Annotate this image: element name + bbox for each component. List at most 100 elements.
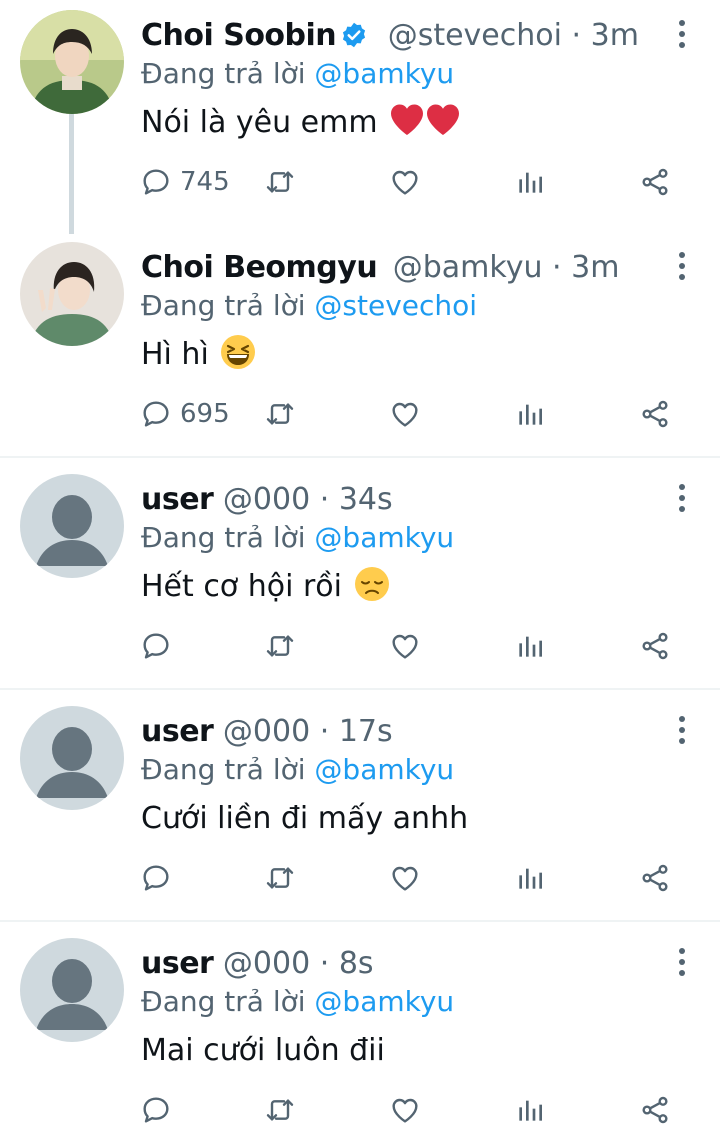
tweet-header: user @000 · 34s — [141, 478, 640, 522]
handle[interactable]: @stevechoi — [388, 18, 562, 53]
reply-icon — [140, 1094, 172, 1126]
timestamp[interactable]: 8s — [339, 946, 374, 981]
like-button[interactable] — [389, 1090, 421, 1130]
reply-count: 745 — [180, 167, 230, 197]
retweet-button[interactable] — [264, 626, 296, 666]
avatar[interactable] — [20, 242, 124, 346]
reply-prefix: Đang trả lời — [141, 753, 306, 786]
display-name[interactable]: user — [141, 714, 214, 749]
more-options-icon[interactable] — [672, 946, 692, 978]
share-icon — [639, 862, 671, 894]
share-button[interactable] — [639, 394, 671, 434]
avatar[interactable] — [20, 10, 124, 114]
tweet-text-content: Hì hì — [141, 337, 209, 372]
mention-link[interactable]: @stevechoi — [314, 289, 477, 322]
action-bar: 745 — [140, 162, 680, 202]
display-name[interactable]: user — [141, 946, 214, 981]
reply-button[interactable] — [140, 626, 172, 666]
tweet-header: user @000 · 8s — [141, 942, 640, 986]
share-button[interactable] — [639, 858, 671, 898]
reply-context: Đang trả lời @stevechoi — [141, 286, 477, 326]
retweet-button[interactable] — [264, 162, 296, 202]
avatar[interactable] — [20, 474, 124, 578]
reply-button[interactable]: 745 — [140, 162, 230, 202]
reply-button[interactable] — [140, 858, 172, 898]
more-options-icon[interactable] — [672, 714, 692, 746]
action-bar — [140, 858, 680, 898]
tweet-text-content: Hết cơ hội rồi — [141, 569, 342, 604]
share-button[interactable] — [639, 162, 671, 202]
like-button[interactable] — [389, 394, 421, 434]
action-bar — [140, 626, 680, 666]
timestamp[interactable]: 34s — [339, 482, 393, 517]
mention-link[interactable]: @bamkyu — [314, 57, 454, 90]
retweet-button[interactable] — [264, 858, 296, 898]
reply-icon — [140, 398, 172, 430]
mention-link[interactable]: @bamkyu — [314, 521, 454, 554]
mention-link[interactable]: @bamkyu — [314, 753, 454, 786]
like-button[interactable] — [389, 858, 421, 898]
red-heart-emoji-icon — [425, 102, 461, 138]
tweet[interactable]: user @000 · 17s Đang trả lời @bamkyu Cướ… — [0, 696, 720, 920]
like-icon — [389, 166, 421, 198]
handle[interactable]: @bamkyu — [393, 250, 543, 285]
views-icon — [514, 862, 546, 894]
share-button[interactable] — [639, 626, 671, 666]
tweet[interactable]: Choi Soobin @stevechoi · 3m Đang trả lời… — [0, 0, 720, 234]
tweet-text: Cưới liền đi mấy anhh — [141, 801, 469, 836]
reply-icon — [140, 630, 172, 662]
handle[interactable]: @000 — [223, 946, 310, 981]
reply-button[interactable] — [140, 1090, 172, 1130]
avatar[interactable] — [20, 938, 124, 1042]
separator: · — [319, 714, 330, 749]
like-button[interactable] — [389, 626, 421, 666]
display-name[interactable]: user — [141, 482, 214, 517]
views-button[interactable] — [514, 858, 546, 898]
tweet-header: Choi Soobin @stevechoi · 3m — [141, 14, 640, 58]
timestamp[interactable]: 3m — [591, 18, 639, 53]
display-name[interactable]: Choi Beomgyu — [141, 250, 378, 285]
views-button[interactable] — [514, 394, 546, 434]
like-icon — [389, 630, 421, 662]
share-icon — [639, 166, 671, 198]
share-button[interactable] — [639, 1090, 671, 1130]
views-button[interactable] — [514, 162, 546, 202]
handle[interactable]: @000 — [223, 482, 310, 517]
reply-icon — [140, 166, 172, 198]
reply-count: 695 — [180, 399, 230, 429]
divider — [0, 456, 720, 458]
tweet[interactable]: user @000 · 8s Đang trả lời @bamkyu Mai … — [0, 928, 720, 1138]
more-options-icon[interactable] — [672, 482, 692, 514]
more-options-icon[interactable] — [672, 250, 692, 282]
mention-link[interactable]: @bamkyu — [314, 985, 454, 1018]
verified-badge-icon — [343, 22, 366, 48]
tweet-text-content: Nói là yêu emm — [141, 105, 378, 140]
action-bar: 695 — [140, 394, 680, 434]
tweet-header: user @000 · 17s — [141, 710, 640, 754]
tweet[interactable]: user @000 · 34s Đang trả lời @bamkyu Hết… — [0, 464, 720, 688]
separator: · — [552, 250, 562, 285]
views-icon — [514, 166, 546, 198]
avatar[interactable] — [20, 706, 124, 810]
tweet-text: Nói là yêu emm — [141, 102, 461, 144]
reply-button[interactable]: 695 — [140, 394, 230, 434]
views-button[interactable] — [514, 626, 546, 666]
retweet-icon — [264, 862, 296, 894]
separator: · — [571, 18, 582, 53]
retweet-button[interactable] — [264, 394, 296, 434]
share-icon — [639, 630, 671, 662]
timestamp[interactable]: 3m — [571, 250, 619, 285]
display-name[interactable]: Choi Soobin — [141, 18, 337, 53]
reply-icon — [140, 862, 172, 894]
tweet-text: Hì hì — [141, 334, 256, 376]
more-options-icon[interactable] — [672, 18, 692, 50]
red-heart-emoji-icon — [389, 102, 425, 138]
retweet-icon — [264, 398, 296, 430]
views-button[interactable] — [514, 1090, 546, 1130]
retweet-button[interactable] — [264, 1090, 296, 1130]
reply-prefix: Đang trả lời — [141, 57, 306, 90]
timestamp[interactable]: 17s — [339, 714, 393, 749]
handle[interactable]: @000 — [223, 714, 310, 749]
like-button[interactable] — [389, 162, 421, 202]
tweet[interactable]: Choi Beomgyu @bamkyu · 3m Đang trả lời @… — [0, 232, 720, 456]
